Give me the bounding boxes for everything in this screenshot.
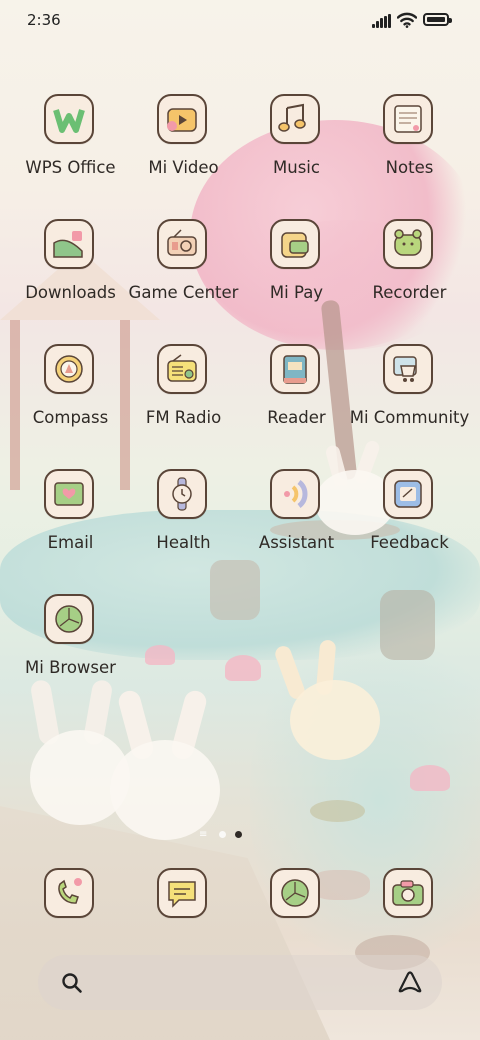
feedback-icon bbox=[383, 469, 433, 519]
mi-video-icon bbox=[157, 94, 207, 144]
search-bar[interactable] bbox=[38, 955, 442, 1010]
app-email[interactable]: Email bbox=[14, 469, 127, 579]
mi-pay-icon bbox=[270, 219, 320, 269]
dock-phone[interactable] bbox=[14, 868, 127, 928]
app-assistant[interactable]: Assistant bbox=[240, 469, 353, 579]
app-wps-office[interactable]: WPS Office bbox=[14, 94, 127, 204]
wallpaper-lotus bbox=[225, 655, 261, 681]
phone-icon bbox=[44, 868, 94, 918]
dock-messages[interactable] bbox=[127, 868, 240, 928]
reader-icon bbox=[270, 344, 320, 394]
email-icon bbox=[44, 469, 94, 519]
game-center-icon bbox=[157, 219, 207, 269]
assistant-logo-icon[interactable] bbox=[396, 970, 424, 994]
app-music[interactable]: Music bbox=[240, 94, 353, 204]
compass-icon bbox=[44, 344, 94, 394]
wallpaper-lotus bbox=[145, 645, 175, 665]
app-reader[interactable]: Reader bbox=[240, 344, 353, 454]
mi-browser-icon bbox=[44, 594, 94, 644]
mi-community-icon bbox=[383, 344, 433, 394]
app-label: Feedback bbox=[370, 533, 449, 552]
wallpaper-lily-pad bbox=[310, 800, 365, 822]
page-dot bbox=[219, 831, 226, 838]
recorder-icon bbox=[383, 219, 433, 269]
app-notes[interactable]: Notes bbox=[353, 94, 466, 204]
fm-radio-icon bbox=[157, 344, 207, 394]
assistant-icon bbox=[270, 469, 320, 519]
notes-icon bbox=[383, 94, 433, 144]
status-time: 2:36 bbox=[27, 11, 61, 29]
page-dot-active bbox=[235, 831, 242, 838]
app-fm-radio[interactable]: FM Radio bbox=[127, 344, 240, 454]
app-mi-community[interactable]: Mi Community bbox=[350, 344, 469, 454]
cellular-signal-icon bbox=[372, 14, 392, 28]
downloads-icon bbox=[44, 219, 94, 269]
app-mi-video[interactable]: Mi Video bbox=[127, 94, 240, 204]
app-feedback[interactable]: Feedback bbox=[353, 469, 466, 579]
app-label: Mi Browser bbox=[25, 658, 116, 677]
health-icon bbox=[157, 469, 207, 519]
wps-office-icon bbox=[44, 94, 94, 144]
wallpaper-lotus bbox=[410, 765, 450, 791]
messages-icon bbox=[157, 868, 207, 918]
app-label: Mi Community bbox=[349, 408, 470, 427]
dock-browser[interactable] bbox=[240, 868, 353, 928]
battery-icon bbox=[423, 13, 452, 26]
status-bar: 2:36 bbox=[0, 0, 480, 44]
app-mi-pay[interactable]: Mi Pay bbox=[240, 219, 353, 329]
app-label: Recorder bbox=[372, 283, 447, 302]
browser-icon bbox=[270, 868, 320, 918]
dock-camera[interactable] bbox=[353, 868, 466, 928]
wallpaper-bunny bbox=[290, 680, 380, 760]
home-screen: 2:36 WPS Office Mi Video Music Notes Dow… bbox=[0, 0, 480, 1040]
page-indicator-menu-icon: ≡ bbox=[199, 829, 208, 840]
music-icon bbox=[270, 94, 320, 144]
app-downloads[interactable]: Downloads bbox=[14, 219, 127, 329]
wifi-icon bbox=[397, 12, 417, 28]
wallpaper-bunny bbox=[110, 740, 220, 840]
search-icon[interactable] bbox=[60, 971, 84, 995]
app-compass[interactable]: Compass bbox=[14, 344, 127, 454]
app-mi-browser[interactable]: Mi Browser bbox=[14, 594, 127, 704]
wallpaper-stone-jar bbox=[380, 590, 435, 660]
app-recorder[interactable]: Recorder bbox=[353, 219, 466, 329]
app-game-center[interactable]: Game Center bbox=[127, 219, 240, 329]
app-label: Notes bbox=[385, 158, 434, 177]
page-indicator[interactable]: ≡ bbox=[199, 829, 249, 841]
app-health[interactable]: Health bbox=[127, 469, 240, 579]
camera-icon bbox=[383, 868, 433, 918]
